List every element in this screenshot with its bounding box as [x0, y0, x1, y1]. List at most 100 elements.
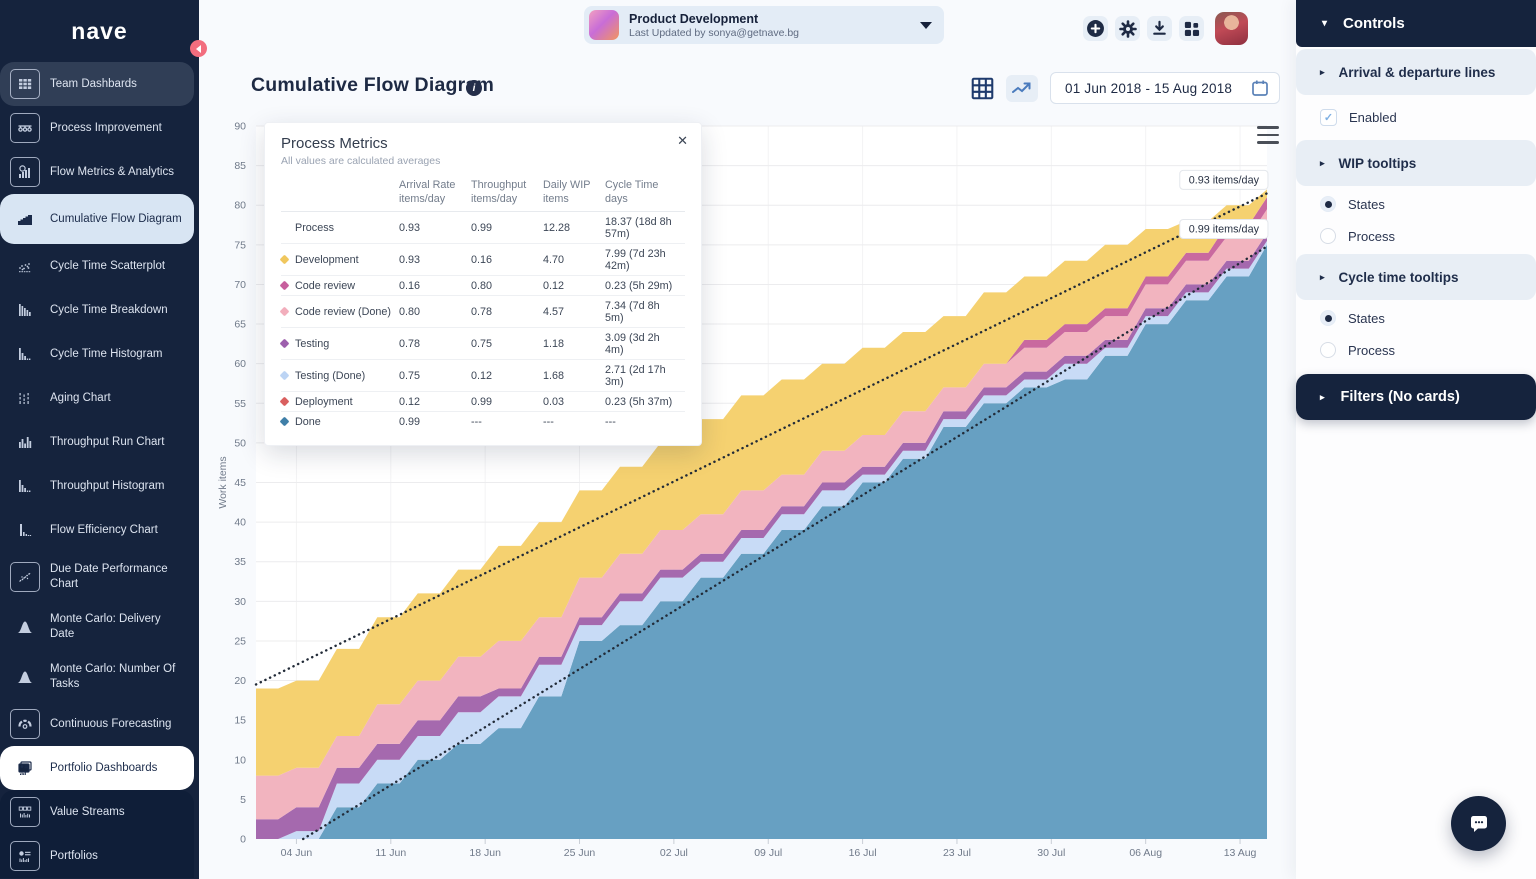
metric-value: 0.99: [471, 212, 543, 244]
metric-value: ---: [543, 412, 605, 432]
metrics-column-header: Cycle Timedays: [605, 175, 685, 212]
trend-view-button[interactable]: [1006, 75, 1038, 102]
user-avatar[interactable]: [1215, 12, 1248, 45]
metric-value: 0.03: [543, 392, 605, 412]
metric-value: 7.99 (7d 23h 42m): [605, 244, 685, 276]
plus-circle-icon: [1086, 19, 1105, 38]
y-tick-label: 55: [234, 398, 246, 410]
state-color-marker: [280, 371, 290, 381]
project-info: Product Development Last Updated by sony…: [629, 12, 920, 39]
state-color-marker: [280, 397, 290, 407]
radio-icon[interactable]: [1320, 310, 1336, 326]
metric-value: 0.80: [399, 296, 471, 328]
state-name: Deployment: [295, 396, 353, 408]
metric-value: 0.80: [471, 276, 543, 296]
state-name: Code review (Done): [295, 306, 391, 318]
info-icon[interactable]: i: [466, 80, 482, 96]
radio-icon[interactable]: [1320, 342, 1336, 358]
close-icon[interactable]: ✕: [677, 133, 688, 149]
x-tick-label: 13 Aug: [1224, 847, 1257, 859]
table-view-button[interactable]: [971, 77, 994, 100]
date-range-input[interactable]: 01 Jun 2018 - 15 Aug 2018: [1050, 72, 1280, 104]
metric-value: 0.99: [471, 392, 543, 412]
sidebar-item-team-dashbards[interactable]: Team Dashbards: [0, 62, 194, 106]
sidebar-item-throughput-histogram[interactable]: Throughput Histogram: [0, 464, 194, 508]
sidebar-item-continuous-forecasting[interactable]: Continuous Forecasting: [0, 702, 194, 746]
sidebar-item-monte-carlo-delivery-date[interactable]: Monte Carlo: Delivery Date: [0, 602, 194, 652]
sidebar-item-cycle-time-scatterplot[interactable]: Cycle Time Scatterplot: [0, 244, 194, 288]
y-tick-label: 75: [234, 239, 246, 251]
apps-grid-icon: [1183, 20, 1200, 37]
sidebar-item-due-date-performance-chart[interactable]: Due Date Performance Chart: [0, 552, 194, 602]
download-button[interactable]: [1147, 16, 1172, 41]
chart-menu-icon[interactable]: [1257, 126, 1279, 144]
controls-header[interactable]: ▾ Controls: [1296, 0, 1536, 47]
svg-text:0.93 items/day: 0.93 items/day: [1189, 175, 1260, 187]
y-tick-label: 0: [240, 834, 246, 846]
sidebar-item-label: Value Streams: [50, 805, 125, 820]
process-metrics-table: Arrival Rateitems/dayThroughputitems/day…: [281, 175, 685, 431]
sidebar-item-monte-carlo-number-of-tasks[interactable]: Monte Carlo: Number Of Tasks: [0, 652, 194, 702]
radio-cycle-time-tooltips-states[interactable]: States: [1296, 302, 1536, 334]
y-tick-label: 65: [234, 319, 246, 331]
radio-cycle-time-tooltips-process[interactable]: Process: [1296, 334, 1536, 366]
process-improvement-icon: [10, 113, 40, 143]
metrics-row-code-review: Code review0.160.800.120.23 (5h 29m): [281, 276, 685, 296]
sidebar-item-label: Flow Efficiency Chart: [50, 523, 158, 538]
radio-wip-tooltips-states[interactable]: States: [1296, 188, 1536, 220]
sidebar-item-portfolio-dashboards[interactable]: Portfolio Dashboards: [0, 746, 194, 790]
y-tick-label: 40: [234, 517, 246, 529]
controls-section-cycle-time-tooltips[interactable]: ▸Cycle time tooltips: [1296, 254, 1536, 300]
sidebar-item-label: Flow Metrics & Analytics: [50, 165, 174, 180]
controls-section-filters-no-cards[interactable]: ▸Filters (No cards): [1296, 374, 1536, 420]
metrics-column-header: Arrival Rateitems/day: [399, 175, 471, 212]
sidebar-item-label: Monte Carlo: Delivery Date: [50, 612, 188, 642]
checkbox-icon[interactable]: ✓: [1320, 109, 1337, 126]
y-tick-label: 25: [234, 635, 246, 647]
metrics-row-done: Done0.99---------: [281, 412, 685, 432]
metrics-column-header: Daily WIPitems: [543, 175, 605, 212]
apps-button[interactable]: [1179, 16, 1204, 41]
radio-wip-tooltips-process[interactable]: Process: [1296, 220, 1536, 252]
add-button[interactable]: [1083, 16, 1108, 41]
metric-value: 18.37 (18d 8h 57m): [605, 212, 685, 244]
controls-section-arrival-departure-lines[interactable]: ▸Arrival & departure lines: [1296, 49, 1536, 95]
sidebar-item-label: Continuous Forecasting: [50, 717, 171, 732]
controls-section-wip-tooltips[interactable]: ▸WIP tooltips: [1296, 140, 1536, 186]
metric-value: 4.57: [543, 296, 605, 328]
sidebar-item-throughput-run-chart[interactable]: Throughput Run Chart: [0, 420, 194, 464]
sidebar-item-label: Portfolio Dashboards: [50, 761, 157, 776]
sidebar-collapse-button[interactable]: [190, 40, 207, 57]
sidebar-item-process-improvement[interactable]: Process Improvement: [0, 106, 194, 150]
sidebar-item-cycle-time-histogram[interactable]: Cycle Time Histogram: [0, 332, 194, 376]
radio-label: States: [1348, 197, 1385, 212]
state-name: Development: [295, 254, 359, 266]
sidebar-item-label: Cumulative Flow Diagram: [50, 212, 182, 227]
radio-icon[interactable]: [1320, 196, 1336, 212]
sidebar-item-value-streams[interactable]: Value Streams: [0, 790, 194, 834]
radio-icon[interactable]: [1320, 228, 1336, 244]
sidebar-item-flow-metrics-analytics[interactable]: Flow Metrics & Analytics: [0, 150, 194, 194]
popup-subtitle: All values are calculated averages: [281, 155, 685, 167]
project-thumbnail: [589, 10, 619, 40]
top-actions: [1083, 12, 1248, 45]
y-tick-label: 20: [234, 675, 246, 687]
caret-right-icon: ▸: [1320, 392, 1325, 403]
process-metrics-popup: Process Metrics All values are calculate…: [264, 122, 702, 446]
sidebar-item-cumulative-flow-diagram[interactable]: Cumulative Flow Diagram: [0, 194, 194, 244]
project-selector[interactable]: Product Development Last Updated by sony…: [584, 6, 944, 44]
sidebar-item-label: Team Dashbards: [50, 77, 137, 92]
sidebar-item-flow-efficiency-chart[interactable]: Flow Efficiency Chart: [0, 508, 194, 552]
checkbox-enabled[interactable]: ✓Enabled: [1296, 97, 1536, 138]
settings-button[interactable]: [1115, 16, 1140, 41]
sidebar-item-label: Cycle Time Histogram: [50, 347, 162, 362]
y-tick-label: 15: [234, 715, 246, 727]
svg-text:0.99 items/day: 0.99 items/day: [1189, 224, 1260, 236]
popup-title: Process Metrics: [281, 135, 685, 152]
sidebar-item-aging-chart[interactable]: Aging Chart: [0, 376, 194, 420]
sidebar-item-cycle-time-breakdown[interactable]: Cycle Time Breakdown: [0, 288, 194, 332]
chat-button[interactable]: [1451, 796, 1506, 851]
y-tick-label: 80: [234, 200, 246, 212]
sidebar-item-portfolios[interactable]: Portfolios: [0, 834, 194, 878]
caret-down-icon: ▾: [1322, 18, 1327, 29]
